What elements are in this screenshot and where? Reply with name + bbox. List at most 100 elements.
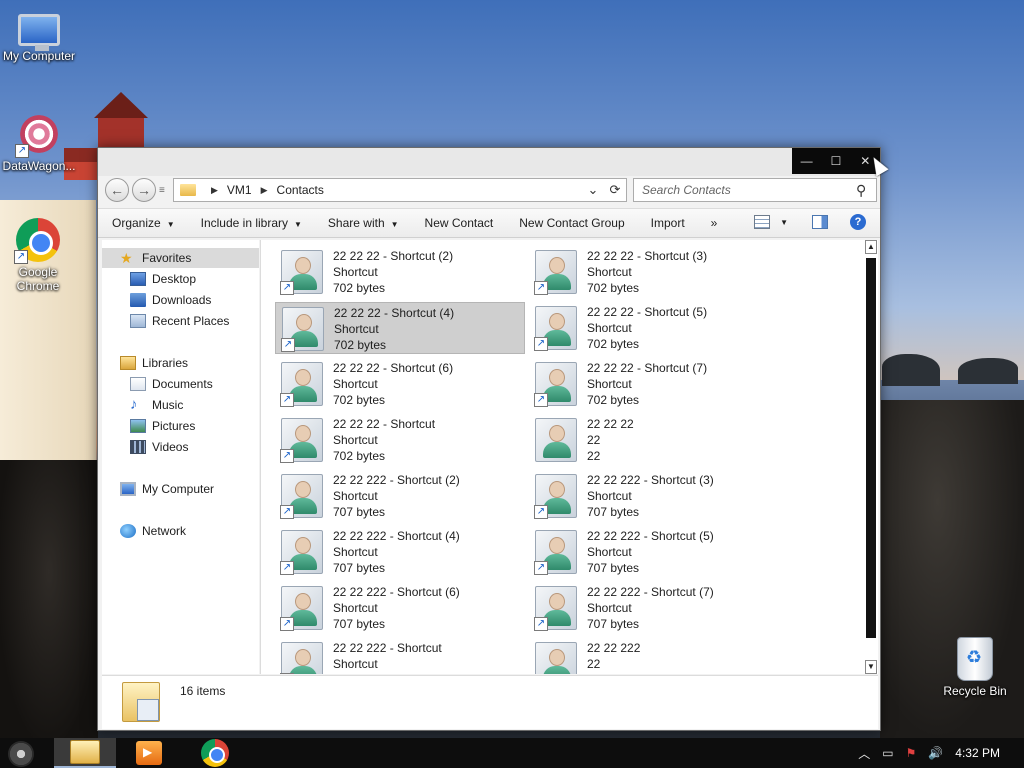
file-item[interactable]: ↗ 22 22 222 - Shortcut (3) Shortcut 707 byt… bbox=[529, 470, 779, 522]
more-commands-button[interactable]: » bbox=[711, 216, 718, 230]
taskbar-chrome-button[interactable] bbox=[184, 738, 246, 768]
share-with-button[interactable]: Share with ▼ bbox=[328, 216, 399, 230]
explorer-window: — ☐ ✕ ← → ≡ ▶ VM1 ▶ Contacts ⌄ ⟳ Search … bbox=[97, 147, 881, 731]
nav-item-libraries[interactable]: Libraries bbox=[102, 353, 259, 373]
file-type: Shortcut bbox=[333, 265, 378, 279]
organize-button[interactable]: Organize ▼ bbox=[112, 216, 175, 230]
contact-icon: ↗ bbox=[281, 307, 324, 352]
preview-pane-icon[interactable] bbox=[812, 215, 828, 229]
file-item[interactable]: ↗ 22 22 222 - Shortcut (6) Shortcut 707 byt… bbox=[275, 582, 525, 634]
file-item[interactable]: ↗ 22 22 22 - Shortcut (3) Shortcut 702 byte… bbox=[529, 246, 779, 298]
volume-icon[interactable]: 🔊 bbox=[928, 746, 943, 760]
contact-icon bbox=[535, 418, 577, 462]
nav-item-videos[interactable]: Videos bbox=[102, 437, 259, 457]
file-item[interactable]: ↗ 22 22 222 - Shortcut (7) Shortcut 707 byt… bbox=[529, 582, 779, 634]
file-item[interactable]: 22 22 22 22 22 bbox=[529, 414, 779, 466]
address-dropdown-icon[interactable]: ⌄ bbox=[582, 182, 604, 198]
breadcrumb-contacts[interactable]: Contacts bbox=[277, 183, 324, 197]
action-center-flag-icon[interactable]: ⚑ bbox=[906, 746, 917, 760]
back-button[interactable]: ← bbox=[105, 178, 129, 202]
file-item[interactable]: ↗ 22 22 222 - Shortcut (2) Shortcut 707 byt… bbox=[275, 470, 525, 522]
minimize-button[interactable]: — bbox=[792, 148, 821, 174]
file-name: 22 22 22 - Shortcut (4) bbox=[334, 306, 455, 320]
file-type: Shortcut bbox=[587, 545, 632, 559]
file-item[interactable]: ↗ 22 22 222 - Shortcut (5) Shortcut 707 byt… bbox=[529, 526, 779, 578]
file-name: 22 22 222 - Shortcut (4) bbox=[333, 529, 460, 543]
recycle-bin-icon bbox=[957, 637, 993, 681]
folder-icon bbox=[180, 184, 196, 196]
change-view-icon[interactable] bbox=[754, 215, 771, 229]
file-item[interactable]: ↗ 22 22 222 - Shortcut (4) Shortcut 707 byt… bbox=[275, 526, 525, 578]
nav-item-pictures[interactable]: Pictures bbox=[102, 416, 259, 436]
desktop-icon-label: DataWagon... bbox=[2, 159, 76, 173]
organize-label: Organize bbox=[112, 216, 161, 230]
file-size: 702 bytes bbox=[333, 281, 386, 295]
file-name: 22 22 222 bbox=[587, 641, 641, 655]
forward-button[interactable]: → bbox=[132, 178, 156, 202]
file-item[interactable]: 22 22 222 22 bbox=[529, 638, 779, 674]
scroll-up-button[interactable]: ▲ bbox=[865, 240, 877, 254]
search-icon[interactable]: ⚲ bbox=[856, 182, 876, 199]
nav-item-label: Music bbox=[152, 398, 184, 412]
nav-item-desktop[interactable]: Desktop bbox=[102, 269, 259, 289]
nav-item-documents[interactable]: Documents bbox=[102, 374, 259, 394]
file-type: 22 bbox=[587, 433, 601, 447]
maximize-button[interactable]: ☐ bbox=[821, 148, 850, 174]
show-hidden-icons-icon[interactable]: ︿ bbox=[858, 745, 870, 762]
file-item[interactable]: ↗ 22 22 222 - Shortcut Shortcut bbox=[275, 638, 525, 674]
file-name: 22 22 222 - Shortcut (6) bbox=[333, 585, 460, 599]
shortcut-arrow-icon: ↗ bbox=[280, 393, 294, 407]
scroll-thumb[interactable] bbox=[866, 258, 876, 638]
file-item[interactable]: ↗ 22 22 22 - Shortcut (6) Shortcut 702 byte… bbox=[275, 358, 525, 410]
start-button[interactable] bbox=[8, 741, 34, 767]
file-name: 22 22 222 - Shortcut (5) bbox=[587, 529, 714, 543]
help-icon[interactable]: ? bbox=[850, 214, 866, 230]
nav-item-my-computer[interactable]: My Computer bbox=[102, 479, 259, 499]
breadcrumb-separator-icon[interactable]: ▶ bbox=[211, 185, 218, 196]
breadcrumb-separator-icon[interactable]: ▶ bbox=[261, 185, 268, 196]
desktop-icon-label: My Computer bbox=[2, 49, 76, 63]
file-item[interactable]: ↗ 22 22 22 - Shortcut (4) Shortcut 702 byte… bbox=[275, 302, 525, 354]
file-size: 707 bytes bbox=[587, 505, 640, 519]
import-button[interactable]: Import bbox=[651, 216, 685, 230]
nav-item-downloads[interactable]: Downloads bbox=[102, 290, 259, 310]
desktop-icon-recycle-bin[interactable]: Recycle Bin bbox=[935, 637, 1015, 698]
scroll-down-button[interactable]: ▼ bbox=[865, 660, 877, 674]
refresh-icon[interactable]: ⟳ bbox=[604, 182, 626, 198]
recent-places-icon bbox=[130, 314, 146, 328]
desktop-wallpaper-rocks bbox=[0, 460, 98, 740]
nav-item-favorites[interactable]: ★ Favorites bbox=[102, 248, 259, 268]
contact-icon: ↗ bbox=[280, 642, 323, 674]
address-bar[interactable]: ▶ VM1 ▶ Contacts ⌄ ⟳ bbox=[173, 178, 627, 202]
file-type: Shortcut bbox=[333, 657, 378, 671]
nav-item-music[interactable]: ♪ Music bbox=[102, 395, 259, 415]
caret-down-icon: ▼ bbox=[166, 220, 175, 229]
file-type: Shortcut bbox=[587, 601, 632, 615]
nav-item-network[interactable]: Network bbox=[102, 521, 259, 541]
desktop-icon-datawagon[interactable]: ↗ DataWagon... bbox=[0, 112, 79, 173]
contact-icon: ↗ bbox=[534, 530, 577, 575]
title-bar[interactable]: — ☐ ✕ bbox=[98, 148, 880, 176]
nav-item-recent-places[interactable]: Recent Places bbox=[102, 311, 259, 331]
vertical-scrollbar[interactable]: ▲ ▼ bbox=[864, 240, 878, 674]
file-item[interactable]: ↗ 22 22 22 - Shortcut (2) Shortcut 702 byte… bbox=[275, 246, 525, 298]
recent-locations-button[interactable]: ≡ bbox=[159, 185, 169, 196]
desktop-icon-my-computer[interactable]: My Computer bbox=[0, 6, 79, 63]
taskbar-media-player-button[interactable] bbox=[118, 738, 180, 768]
include-in-library-button[interactable]: Include in library ▼ bbox=[201, 216, 302, 230]
file-item[interactable]: ↗ 22 22 22 - Shortcut (7) Shortcut 702 byte… bbox=[529, 358, 779, 410]
desktop-icon-google-chrome[interactable]: ↗ Google Chrome bbox=[0, 218, 77, 293]
file-item[interactable]: ↗ 22 22 22 - Shortcut (5) Shortcut 702 byte… bbox=[529, 302, 779, 354]
search-input[interactable]: Search Contacts ⚲ bbox=[633, 178, 877, 202]
shortcut-arrow-icon: ↗ bbox=[280, 505, 294, 519]
file-text: 22 22 22 - Shortcut Shortcut 702 bytes bbox=[333, 414, 435, 464]
clock[interactable]: 4:32 PM bbox=[955, 746, 1000, 760]
caret-down-icon[interactable]: ▼ bbox=[780, 218, 788, 227]
shortcut-arrow-icon: ↗ bbox=[280, 449, 294, 463]
breadcrumb-vm1[interactable]: VM1 bbox=[227, 183, 252, 197]
new-contact-group-button[interactable]: New Contact Group bbox=[519, 216, 624, 230]
file-item[interactable]: ↗ 22 22 22 - Shortcut Shortcut 702 bytes bbox=[275, 414, 525, 466]
taskbar-explorer-button[interactable] bbox=[54, 738, 116, 768]
network-status-icon[interactable]: ▭ bbox=[882, 746, 893, 760]
new-contact-button[interactable]: New Contact bbox=[425, 216, 494, 230]
